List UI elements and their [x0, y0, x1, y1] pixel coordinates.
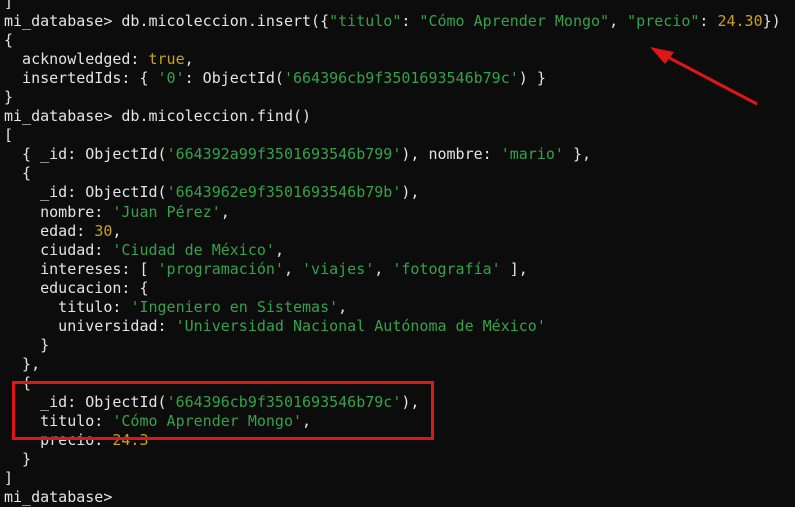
terminal-line: mi_database> db.micoleccion.find(): [4, 107, 781, 126]
terminal-line: educacion: {: [4, 279, 781, 298]
terminal-line: insertedIds: { '0': ObjectId('664396cb9f…: [4, 69, 781, 88]
terminal-text: ,: [274, 240, 284, 259]
terminal-text: ,: [112, 221, 122, 240]
terminal-text: '664396cb9f3501693546b79c': [283, 69, 519, 88]
terminal-text: },: [4, 354, 41, 373]
terminal-text: '0': [157, 69, 185, 88]
terminal-text: {: [4, 164, 32, 183]
terminal-text: ]: [4, 469, 14, 488]
terminal-text: :: [401, 12, 420, 31]
terminal-text: ),: [401, 183, 420, 202]
terminal-text: ,: [609, 12, 628, 31]
terminal-text: "Cómo Aprender Mongo": [419, 12, 610, 31]
terminal-text: '6643962e9f3501693546b79b': [166, 183, 402, 202]
terminal-line: }: [4, 88, 781, 107]
highlight-box: [12, 381, 434, 440]
terminal-line: acknowledged: true,: [4, 50, 781, 69]
terminal-text: 'Universidad Nacional Autónoma de México…: [175, 316, 546, 335]
terminal-text: ],: [500, 259, 528, 278]
terminal-text: ]: [4, 0, 14, 11]
terminal-line: _id: ObjectId('6643962e9f3501693546b79b'…: [4, 183, 781, 202]
terminal-text: 24.30: [717, 12, 763, 31]
terminal-text: ,: [184, 50, 194, 69]
terminal-line: edad: 30,: [4, 222, 781, 241]
terminal-text: insertedIds: {: [4, 69, 158, 88]
terminal-text: acknowledged:: [4, 50, 149, 69]
terminal-line: ]: [4, 0, 781, 12]
terminal-text: mi_database>: [4, 488, 113, 507]
terminal-text: true: [148, 50, 185, 69]
terminal-text: 'Ingeniero en Sistemas': [130, 297, 339, 316]
terminal-text: edad:: [4, 221, 95, 240]
terminal-text: '664392a99f3501693546b799': [166, 145, 402, 164]
terminal-text: 'Ciudad de México': [112, 240, 275, 259]
terminal-text: educacion: {: [4, 278, 149, 297]
terminal-text: ,: [220, 202, 230, 221]
terminal-text: "titulo": [329, 12, 402, 31]
terminal-text: : ObjectId(: [184, 69, 284, 88]
terminal-text: 'mario': [500, 145, 564, 164]
terminal-text: 'Juan Pérez': [112, 202, 221, 221]
terminal-text: "precio": [627, 12, 700, 31]
terminal-line: {: [4, 164, 781, 183]
terminal-text: ciudad:: [4, 240, 113, 259]
terminal-text: },: [563, 145, 592, 164]
terminal-text: ), nombre:: [401, 145, 501, 164]
terminal-text: { _id: ObjectId(: [4, 145, 167, 164]
terminal-line: },: [4, 355, 781, 374]
terminal-text: titulo:: [4, 297, 131, 316]
terminal-text: _id: ObjectId(: [4, 183, 167, 202]
terminal-line: mi_database> db.micoleccion.insert({"tit…: [4, 12, 781, 31]
terminal-text: }: [4, 450, 32, 469]
terminal-line: [: [4, 126, 781, 145]
terminal-text: ) }: [518, 69, 546, 88]
terminal-line: {: [4, 31, 781, 50]
terminal-text: nombre:: [4, 202, 113, 221]
terminal-text: }: [4, 335, 50, 354]
terminal-line: intereses: [ 'programación', 'viajes', '…: [4, 260, 781, 279]
terminal-text: ,: [374, 259, 393, 278]
terminal-text: mi_database> db.micoleccion.insert({: [4, 12, 330, 31]
terminal-text: intereses: [: [4, 259, 158, 278]
terminal-line: universidad: 'Universidad Nacional Autón…: [4, 317, 781, 336]
terminal-text: ,: [283, 259, 303, 278]
terminal-text: 'viajes': [302, 259, 375, 278]
terminal-line: titulo: 'Ingeniero en Sistemas',: [4, 298, 781, 317]
terminal-text: 'programación': [157, 259, 284, 278]
terminal-text: }): [762, 12, 781, 31]
terminal-line: mi_database>: [4, 488, 781, 507]
terminal-text: 30: [94, 221, 113, 240]
terminal-text: {: [4, 31, 14, 50]
terminal-line: { _id: ObjectId('664392a99f3501693546b79…: [4, 145, 781, 164]
terminal-text: 'fotografía': [392, 259, 501, 278]
terminal-line: }: [4, 450, 781, 469]
terminal-line: ]: [4, 469, 781, 488]
terminal-line: ciudad: 'Ciudad de México',: [4, 241, 781, 260]
terminal-text: [: [4, 126, 14, 145]
terminal-text: universidad:: [4, 316, 176, 335]
terminal-line: }: [4, 336, 781, 355]
terminal-text: ,: [338, 297, 348, 316]
terminal-line: nombre: 'Juan Pérez',: [4, 203, 781, 222]
terminal-text: :: [699, 12, 718, 31]
terminal-text: mi_database> db.micoleccion.find(): [4, 107, 312, 126]
terminal-text: }: [4, 88, 14, 107]
